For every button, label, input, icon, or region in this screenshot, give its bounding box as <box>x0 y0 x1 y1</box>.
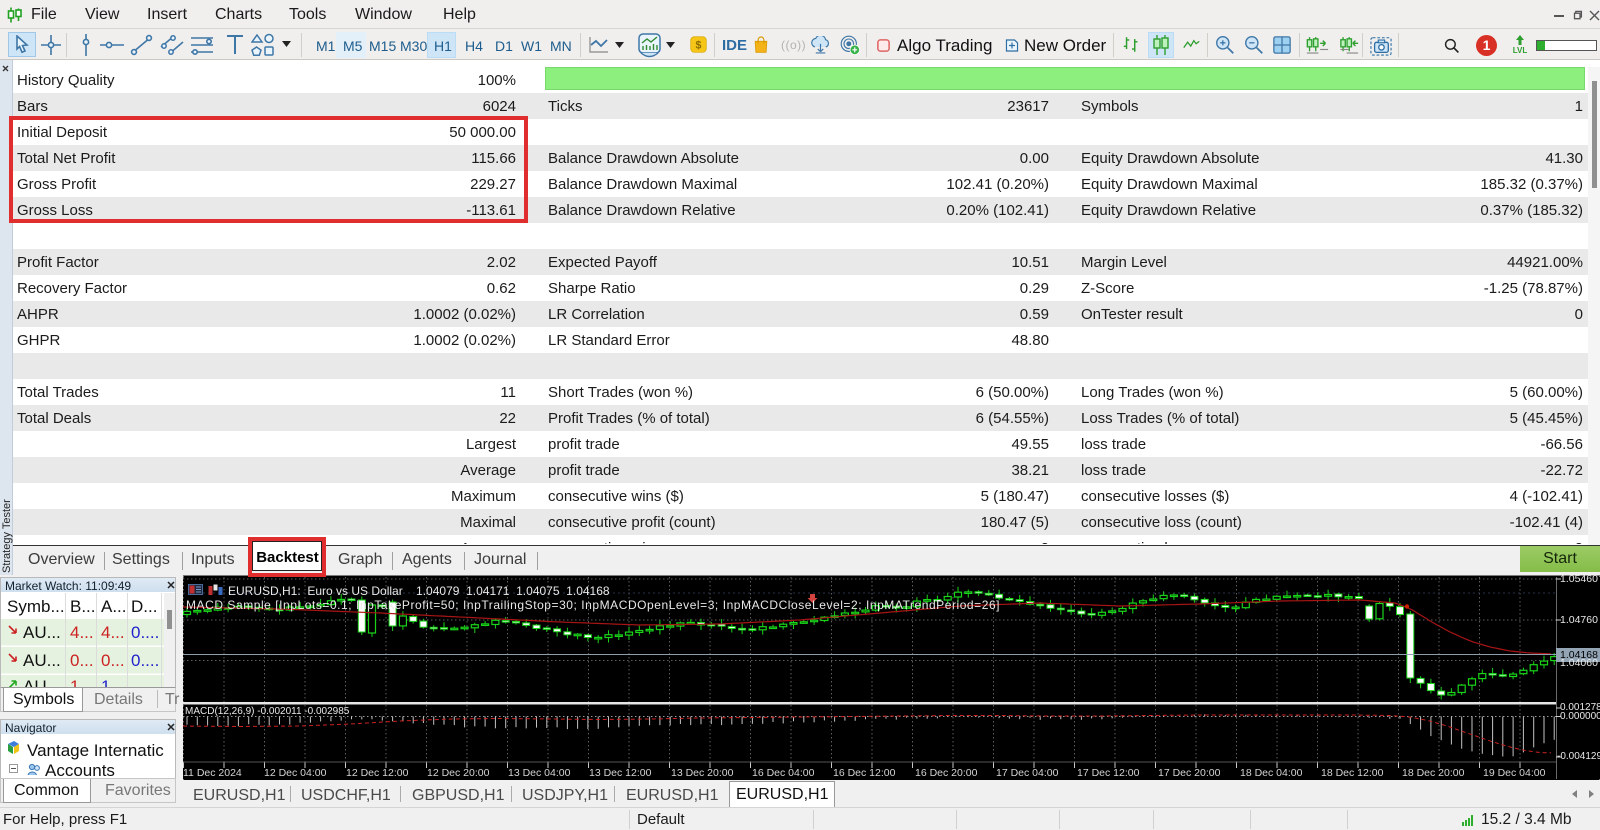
svg-text:$: $ <box>696 39 702 51</box>
svg-text:Strategy Tester: Strategy Tester <box>1 499 13 573</box>
